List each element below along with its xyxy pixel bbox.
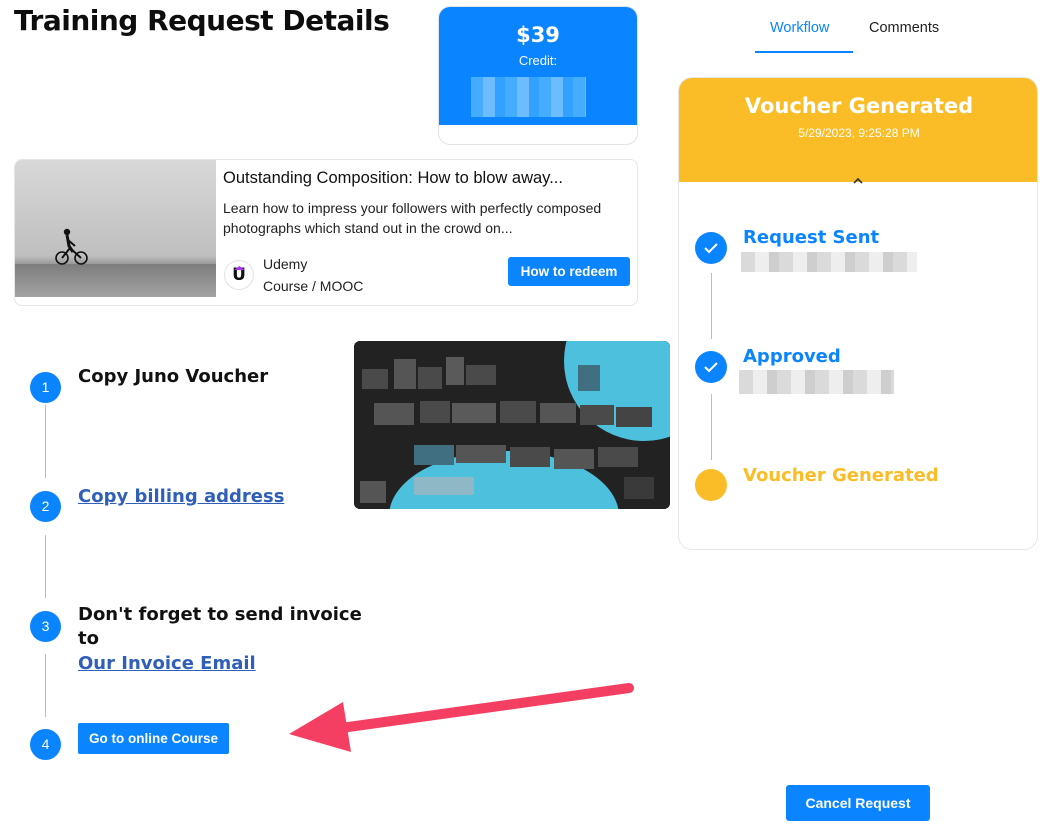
- redacted-approval-details: [739, 370, 894, 394]
- invoice-step-text: Don't forget to send invoice: [78, 604, 362, 625]
- check-icon: [695, 351, 727, 383]
- check-icon: [695, 232, 727, 264]
- workflow-date: 5/29/2023, 9:25:28 PM: [798, 126, 920, 140]
- redacted-credit-value: [471, 77, 586, 117]
- workflow-card: Voucher Generated 5/29/2023, 9:25:28 PM …: [678, 77, 1038, 550]
- invoice-email-link[interactable]: Our Invoice Email: [78, 653, 256, 674]
- course-card[interactable]: Outstanding Composition: How to blow awa…: [14, 159, 638, 306]
- step-number-4: 4: [30, 729, 61, 760]
- active-tab-indicator: [755, 51, 853, 53]
- page-title: Training Request Details: [14, 4, 390, 37]
- redacted-voucher-graphic: [354, 341, 670, 509]
- provider-name: Udemy: [263, 256, 308, 272]
- arrow-annotation: [289, 683, 634, 752]
- go-to-online-course-button[interactable]: Go to online Course: [78, 723, 229, 754]
- credit-card: $39 Credit:: [438, 6, 638, 145]
- chevron-up-icon[interactable]: [851, 174, 865, 188]
- workflow-item-voucher-generated: Voucher Generated: [743, 465, 939, 486]
- step-number-3: 3: [30, 611, 61, 642]
- invoice-step-text-to: to: [78, 628, 99, 649]
- step-connector: [45, 405, 46, 478]
- voucher-image: [354, 341, 670, 509]
- circle-icon: [695, 469, 727, 501]
- workflow-item-approved: Approved: [743, 346, 841, 367]
- course-type: Course / MOOC: [263, 278, 364, 294]
- tab-comments[interactable]: Comments: [869, 20, 939, 36]
- tab-workflow[interactable]: Workflow: [770, 20, 829, 36]
- step-connector: [45, 654, 46, 717]
- workflow-status: Voucher Generated: [744, 94, 974, 118]
- step-number-1: 1: [30, 372, 61, 403]
- workflow-connector: [711, 273, 712, 339]
- cancel-request-button[interactable]: Cancel Request: [786, 785, 930, 821]
- cyclist-image: [55, 228, 88, 265]
- workflow-connector: [711, 394, 712, 460]
- workflow-header: Voucher Generated 5/29/2023, 9:25:28 PM: [679, 78, 1037, 182]
- workflow-item-request-sent: Request Sent: [743, 227, 880, 248]
- step-connector: [45, 535, 46, 598]
- redacted-request-details: [741, 252, 917, 272]
- step-number-2: 2: [30, 491, 61, 522]
- credit-amount: $39: [516, 23, 560, 47]
- copy-voucher-step: Copy Juno Voucher: [78, 366, 269, 387]
- course-thumbnail: [15, 160, 216, 297]
- credit-label: Credit:: [518, 53, 558, 68]
- copy-billing-address-link[interactable]: Copy billing address: [78, 486, 284, 507]
- how-to-redeem-button[interactable]: How to redeem: [508, 257, 630, 286]
- course-title: Outstanding Composition: How to blow awa…: [223, 169, 563, 187]
- udemy-logo-icon: U: [224, 260, 254, 290]
- course-description: Learn how to impress your followers with…: [223, 200, 602, 236]
